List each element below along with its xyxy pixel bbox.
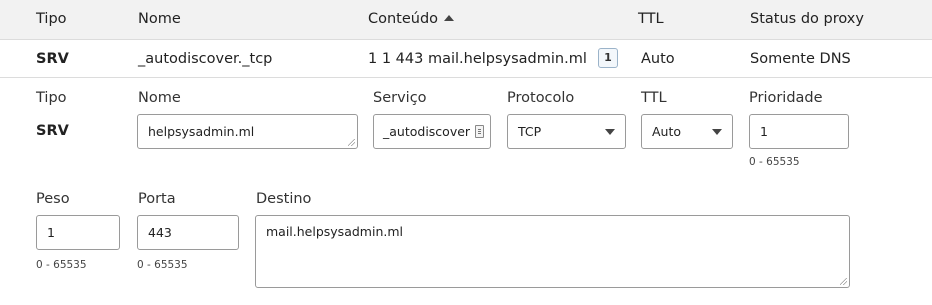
prioridade-input-value: 1 bbox=[760, 124, 768, 139]
sort-ascending-icon bbox=[444, 15, 455, 21]
chevron-down-icon bbox=[605, 129, 615, 135]
prioridade-input[interactable]: 1 bbox=[749, 114, 849, 149]
record-ttl: Auto bbox=[641, 51, 675, 67]
porta-range-hint: 0 - 65535 bbox=[137, 259, 188, 271]
resize-grip-icon[interactable] bbox=[348, 139, 355, 146]
label-servico: Serviço bbox=[373, 90, 427, 106]
table-header: Tipo Nome Conteúdo TTL Status do proxy bbox=[0, 0, 932, 40]
peso-input-value: 1 bbox=[47, 225, 55, 240]
nome-input-value: helpsysadmin.ml bbox=[148, 124, 255, 139]
peso-input[interactable]: 1 bbox=[36, 215, 120, 250]
protocolo-select-value: TCP bbox=[518, 124, 542, 139]
record-content: 1 1 443 mail.helpsysadmin.ml bbox=[368, 51, 587, 67]
ttl-select[interactable]: Auto bbox=[641, 114, 733, 149]
record-count-badge[interactable]: 1 bbox=[598, 48, 618, 68]
ttl-select-value: Auto bbox=[652, 124, 682, 139]
peso-range-hint: 0 - 65535 bbox=[36, 259, 87, 271]
column-header-conteudo-label: Conteúdo bbox=[368, 11, 439, 27]
autofill-icon[interactable] bbox=[475, 125, 484, 138]
protocolo-select[interactable]: TCP bbox=[507, 114, 626, 149]
label-tipo: Tipo bbox=[36, 90, 67, 106]
label-peso: Peso bbox=[36, 191, 70, 207]
porta-input-value: 443 bbox=[148, 225, 172, 240]
chevron-down-icon bbox=[712, 129, 722, 135]
column-header-nome[interactable]: Nome bbox=[138, 11, 181, 27]
servico-input-value: _autodiscover bbox=[383, 124, 471, 139]
table-row[interactable]: SRV _autodiscover._tcp 1 1 443 mail.help… bbox=[0, 40, 932, 78]
label-nome: Nome bbox=[138, 90, 181, 106]
column-header-conteudo[interactable]: Conteúdo bbox=[368, 11, 455, 27]
record-name: _autodiscover._tcp bbox=[138, 51, 273, 67]
record-type: SRV bbox=[36, 51, 69, 67]
record-proxy-status: Somente DNS bbox=[750, 51, 851, 67]
destino-textarea[interactable]: mail.helpsysadmin.ml bbox=[255, 215, 850, 288]
label-porta: Porta bbox=[138, 191, 176, 207]
resize-grip-icon[interactable] bbox=[840, 278, 847, 285]
servico-input[interactable]: _autodiscover bbox=[373, 114, 491, 149]
label-protocolo: Protocolo bbox=[507, 90, 575, 106]
label-prioridade: Prioridade bbox=[749, 90, 823, 106]
destino-textarea-value: mail.helpsysadmin.ml bbox=[266, 224, 403, 239]
label-ttl: TTL bbox=[641, 90, 667, 106]
porta-input[interactable]: 443 bbox=[137, 215, 239, 250]
column-header-status[interactable]: Status do proxy bbox=[750, 11, 864, 27]
label-destino: Destino bbox=[256, 191, 312, 207]
column-header-tipo[interactable]: Tipo bbox=[36, 11, 67, 27]
record-edit-form: Tipo Nome Serviço Protocolo TTL Priorida… bbox=[0, 78, 932, 305]
nome-input[interactable]: helpsysadmin.ml bbox=[137, 114, 358, 149]
prioridade-range-hint: 0 - 65535 bbox=[749, 156, 800, 168]
tipo-value: SRV bbox=[36, 123, 69, 139]
column-header-ttl[interactable]: TTL bbox=[638, 11, 664, 27]
